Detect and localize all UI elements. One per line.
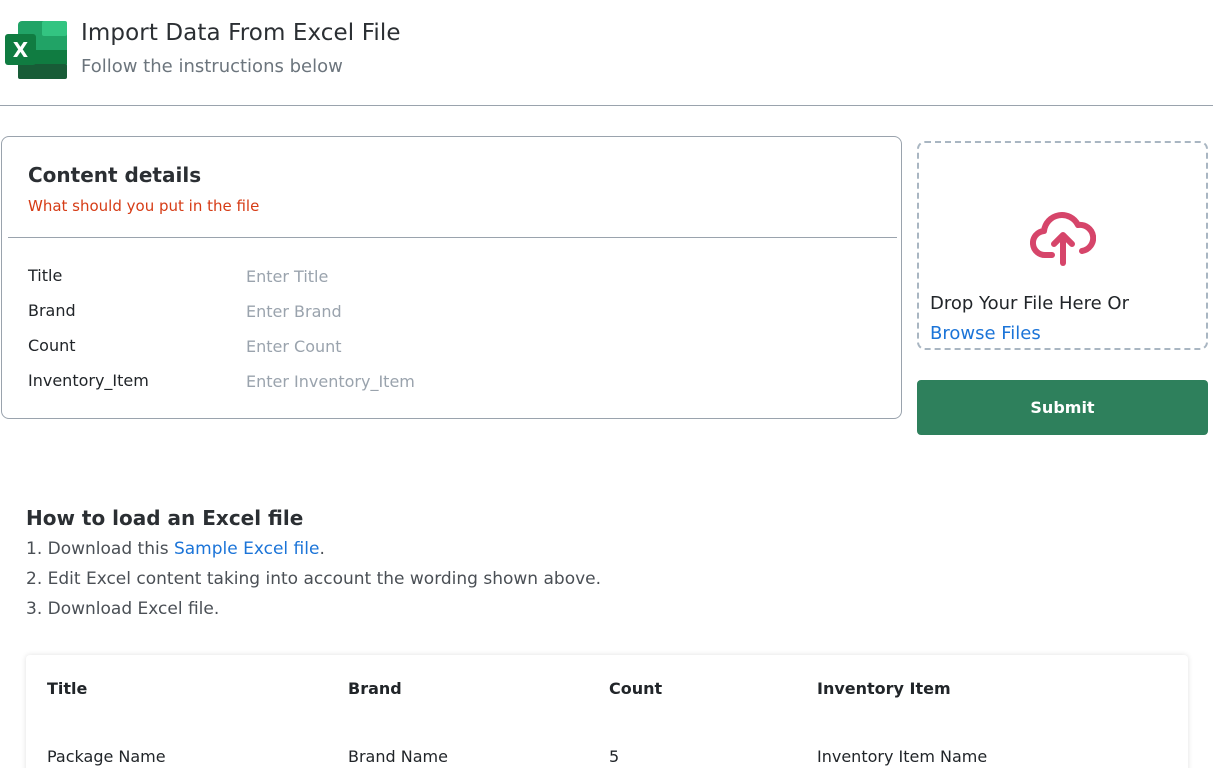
field-row-count: Count <box>28 334 888 358</box>
card-divider <box>8 237 897 238</box>
sample-excel-file-link[interactable]: Sample Excel file <box>174 539 319 559</box>
svg-text:X: X <box>13 38 29 62</box>
table-header-title: Title <box>47 679 88 698</box>
field-row-inventory-item: Inventory_Item <box>28 369 888 393</box>
field-label-brand: Brand <box>28 301 76 320</box>
page-title: Import Data From Excel File <box>81 20 401 46</box>
field-row-title: Title <box>28 264 888 288</box>
table-header-brand: Brand <box>348 679 402 698</box>
brand-input[interactable] <box>238 299 658 323</box>
table-header-inventory-item: Inventory Item <box>817 679 951 698</box>
table-cell: Package Name <box>47 747 166 766</box>
page-subtitle: Follow the instructions below <box>81 56 343 77</box>
field-label-title: Title <box>28 266 63 285</box>
step-1-prefix: 1. Download this <box>26 539 174 559</box>
howto-step-3: 3. Download Excel file. <box>26 599 220 619</box>
browse-files-link[interactable]: Browse Files <box>930 323 1041 344</box>
table-cell: Inventory Item Name <box>817 747 988 766</box>
howto-step-1: 1. Download this Sample Excel file. <box>26 539 325 559</box>
submit-button[interactable]: Submit <box>917 380 1208 435</box>
howto-title: How to load an Excel file <box>26 506 304 530</box>
card-title: Content details <box>28 163 202 187</box>
field-label-count: Count <box>28 336 76 355</box>
table-cell: Brand Name <box>348 747 448 766</box>
title-input[interactable] <box>238 264 658 288</box>
card-subtitle: What should you put in the file <box>28 197 260 215</box>
howto-step-2: 2. Edit Excel content taking into accoun… <box>26 569 602 589</box>
file-dropzone[interactable]: Drop Your File Here Or Browse Files <box>917 141 1208 350</box>
sample-table: Title Brand Count Inventory Item Package… <box>26 655 1188 768</box>
inventory-item-input[interactable] <box>238 369 658 393</box>
page-header: X Import Data From Excel File Follow the… <box>0 0 1213 106</box>
count-input[interactable] <box>238 334 658 358</box>
drop-text: Drop Your File Here Or <box>930 293 1129 314</box>
cloud-upload-icon <box>1030 212 1096 266</box>
content-details-card: Content details What should you put in t… <box>1 136 902 419</box>
excel-logo-icon: X <box>5 21 67 79</box>
table-header-count: Count <box>609 679 663 698</box>
field-row-brand: Brand <box>28 299 888 323</box>
step-1-suffix: . <box>319 539 325 559</box>
field-label-inventory-item: Inventory_Item <box>28 371 149 390</box>
table-cell: 5 <box>609 747 620 766</box>
